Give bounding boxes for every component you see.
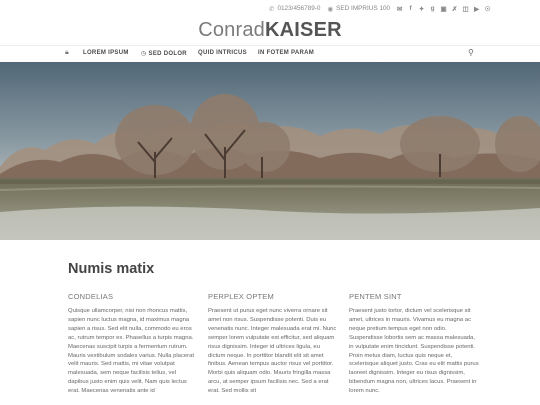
nav-item-in-fotem-param[interactable]: IN FOTEM PARAM xyxy=(258,50,314,56)
column-perplex-optem: PERPLEX OPTEM Praesent ut purus eget nun… xyxy=(208,292,338,396)
column-text: Quisque ullamcorper, nisi non rhoncus ma… xyxy=(68,308,195,395)
logo-light-text: Conrad xyxy=(198,19,265,41)
phone-number[interactable]: 0123/456789-0 xyxy=(277,5,320,12)
social-links: ✉ f ✦ g ▣ ✗ ◫ ▶ ☉ xyxy=(394,5,493,13)
pinterest-icon[interactable]: ☉ xyxy=(482,5,493,13)
logo-bold-text: KAISER xyxy=(265,19,342,41)
lock-icon[interactable]: 🔒︎ xyxy=(65,49,69,57)
column-text: Praesent ut purus eget nunc viverra orna… xyxy=(208,308,337,395)
address: SED IMPRIUS 100 xyxy=(336,5,391,12)
nav-item-label: SED DOLOR xyxy=(148,51,187,57)
instagram-icon[interactable]: ◫ xyxy=(460,5,471,13)
phone-icon: ✆ xyxy=(269,5,275,13)
youtube-icon[interactable]: ▶ xyxy=(471,5,482,13)
facebook-icon[interactable]: f xyxy=(405,5,416,12)
nav-item-sed-dolor[interactable]: ◷ SED DOLOR xyxy=(141,50,187,57)
nav-item-lorem-ipsum[interactable]: LOREM IPSUM xyxy=(83,50,129,56)
linkedin-icon[interactable]: ▣ xyxy=(438,5,449,13)
contact-info: ✆ 0123/456789-0 ◉ SED IMPRIUS 100 ✉ f ✦ … xyxy=(269,4,493,13)
main-content: Numis matix CONDELIAS Quisque ullamcorpe… xyxy=(0,240,540,405)
top-bar: ✆ 0123/456789-0 ◉ SED IMPRIUS 100 ✉ f ✦ … xyxy=(0,0,540,16)
clock-icon: ◷ xyxy=(141,51,147,57)
search-icon[interactable]: ⚲ xyxy=(468,48,474,57)
nav-item-quid-intricus[interactable]: QUID INTRICUS xyxy=(198,50,247,56)
column-pentem-sint: PENTEM SINT Praesent justo tortor, dictu… xyxy=(349,292,479,396)
column-text: Praesent justo tortor, dictum vel sceler… xyxy=(349,308,479,395)
section-title: Numis matix xyxy=(68,261,155,277)
twitter-icon[interactable]: ✦ xyxy=(416,5,427,13)
column-condelias: CONDELIAS Quisque ullamcorper, nisi non … xyxy=(68,292,198,396)
location-pin-icon: ◉ xyxy=(327,5,334,13)
google-plus-icon[interactable]: g xyxy=(427,5,438,12)
hero-image xyxy=(0,62,540,240)
column-heading: CONDELIAS xyxy=(68,292,114,301)
column-heading: PERPLEX OPTEM xyxy=(208,292,274,301)
main-navigation: 🔒︎ LOREM IPSUM ◷ SED DOLOR QUID INTRICUS … xyxy=(0,45,540,62)
column-heading: PENTEM SINT xyxy=(349,292,402,301)
mail-icon[interactable]: ✉ xyxy=(394,5,405,13)
site-logo[interactable]: ConradKAISER xyxy=(0,19,540,42)
xing-icon[interactable]: ✗ xyxy=(449,5,460,13)
